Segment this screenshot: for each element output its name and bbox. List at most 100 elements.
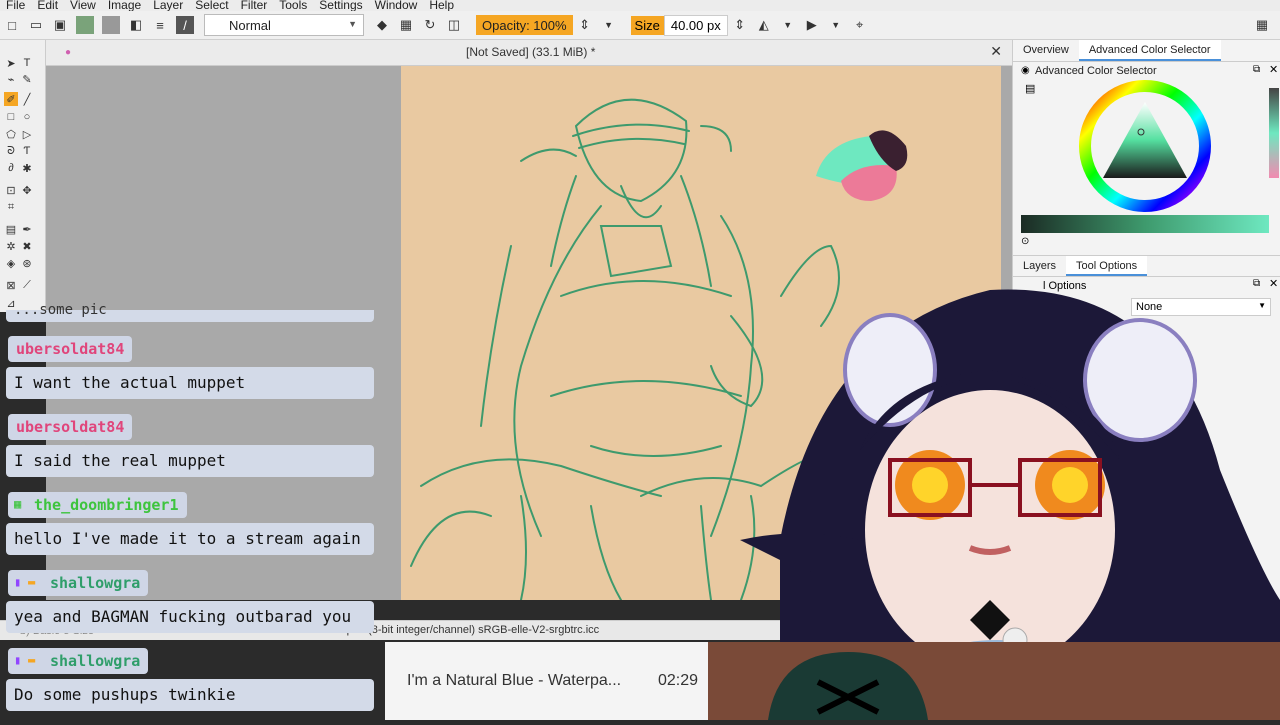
eraser-icon[interactable]: ◆ bbox=[374, 17, 390, 33]
transform-tool-icon[interactable]: ⊡ bbox=[4, 183, 18, 197]
opacity-slider[interactable]: Opacity: 100% bbox=[476, 15, 573, 35]
color-picker-icon[interactable]: ✒ bbox=[20, 222, 34, 236]
open-folder-icon[interactable]: ▭ bbox=[28, 17, 44, 33]
multibrush-icon[interactable]: ✱ bbox=[20, 161, 34, 175]
prime-badge-icon: ▬ bbox=[28, 575, 36, 589]
blend-mode-select[interactable]: Normal ▼ bbox=[204, 14, 364, 36]
menu-filter[interactable]: Filter bbox=[235, 0, 274, 11]
reset-icon[interactable]: ⊙ bbox=[1021, 236, 1029, 247]
color-history-strip[interactable] bbox=[1269, 88, 1279, 178]
menu-view[interactable]: View bbox=[64, 0, 102, 11]
polygon-tool-icon[interactable]: ⬠ bbox=[4, 127, 18, 141]
document-icon: ● bbox=[64, 46, 72, 58]
prime-badge-icon: ▬ bbox=[28, 653, 36, 667]
chat-username: ▮ ▬ shallowgra bbox=[8, 570, 149, 596]
now-playing-widget: I'm a Natural Blue - Waterpa... 02:29 bbox=[385, 642, 708, 720]
move-tool-icon[interactable]: ✥ bbox=[20, 183, 34, 197]
smart-patch-icon[interactable]: ✖ bbox=[20, 239, 34, 253]
chevron-down-icon[interactable]: ▼ bbox=[828, 17, 844, 33]
line-tool-icon[interactable]: ╱ bbox=[20, 92, 34, 106]
twitch-badge-icon: ▮ bbox=[14, 653, 22, 667]
pattern-icon[interactable] bbox=[102, 16, 120, 34]
reload-icon[interactable]: ↻ bbox=[422, 17, 438, 33]
assistant-tool-icon[interactable]: ⊠ bbox=[4, 278, 18, 292]
bezier-tool-icon[interactable]: ᘐ bbox=[4, 144, 18, 158]
gradient-icon[interactable] bbox=[76, 16, 94, 34]
brush-preset-icon[interactable]: / bbox=[176, 16, 194, 34]
now-playing-time: 02:29 bbox=[657, 672, 698, 689]
size-value: 40.00 px bbox=[663, 14, 728, 36]
color-swap-icon[interactable]: ◧ bbox=[128, 17, 144, 33]
menu-window[interactable]: Window bbox=[369, 0, 424, 11]
value-slider[interactable] bbox=[1021, 215, 1269, 233]
preserve-icon[interactable]: ◫ bbox=[446, 17, 462, 33]
menu-settings[interactable]: Settings bbox=[313, 0, 368, 11]
alpha-lock-icon[interactable]: ▦ bbox=[398, 17, 414, 33]
chat-message: hello I've made it to a stream again bbox=[6, 523, 374, 555]
new-document-icon[interactable]: □ bbox=[4, 17, 20, 33]
menu-edit[interactable]: Edit bbox=[31, 0, 64, 11]
mirror-horizontal-icon[interactable]: ◭ bbox=[756, 17, 772, 33]
select-shapes-icon[interactable]: ➤ bbox=[4, 56, 18, 70]
chat-username-text: shallowgra bbox=[50, 652, 141, 670]
ellipse-tool-icon[interactable]: ○ bbox=[20, 110, 34, 124]
rectangle-tool-icon[interactable]: □ bbox=[4, 110, 18, 124]
chevron-down-icon[interactable]: ▼ bbox=[601, 17, 617, 33]
menu-image[interactable]: Image bbox=[102, 0, 147, 11]
polyline-tool-icon[interactable]: ▷ bbox=[20, 127, 34, 141]
dynamic-brush-icon[interactable]: ∂ bbox=[4, 161, 18, 175]
fill-tool-icon[interactable]: ◈ bbox=[4, 256, 18, 270]
subscriber-badge-icon: ▦ bbox=[14, 497, 22, 511]
text-tool-icon[interactable]: T bbox=[20, 56, 34, 70]
enclose-fill-icon[interactable]: ⊛ bbox=[20, 256, 34, 270]
menu-select[interactable]: Select bbox=[189, 0, 234, 11]
panel-title: Advanced Color Selector bbox=[1035, 65, 1157, 77]
blend-mode-value: Normal bbox=[229, 17, 271, 33]
panel-lock-icon[interactable]: ◉ bbox=[1021, 65, 1030, 76]
mirror-vertical-icon[interactable]: ▶ bbox=[804, 17, 820, 33]
tab-overview[interactable]: Overview bbox=[1013, 40, 1079, 61]
chevron-down-icon[interactable]: ▼ bbox=[780, 17, 796, 33]
dock-tabs-top: Overview Advanced Color Selector bbox=[1013, 40, 1280, 62]
chat-message: I want the actual muppet bbox=[6, 367, 374, 399]
chat-username-text: the_doombringer1 bbox=[34, 496, 179, 514]
chat-username: ubersoldat84 bbox=[8, 336, 133, 362]
freehand-brush-icon[interactable]: ✐ bbox=[4, 92, 18, 106]
document-tab[interactable]: ● [Not Saved] (33.1 MiB) * ✕ bbox=[46, 40, 1012, 66]
menu-help[interactable]: Help bbox=[423, 0, 460, 11]
chat-username: ubersoldat84 bbox=[8, 414, 133, 440]
menu-bar: File Edit View Image Layer Select Filter… bbox=[0, 0, 1280, 11]
menu-layer[interactable]: Layer bbox=[147, 0, 189, 11]
save-icon[interactable]: ▣ bbox=[52, 17, 68, 33]
chat-clipped-text: ...some pic bbox=[14, 302, 107, 318]
opacity-value: Opacity: 100% bbox=[482, 17, 567, 33]
brush-settings-icon[interactable]: ≡ bbox=[152, 17, 168, 33]
stream-chat: ...some pic ubersoldat84 I want the actu… bbox=[0, 302, 385, 720]
toolbox: ➤ T ⌁ ✎ ✐ ╱ □ ○ ⬠ ▷ ᘐ Ƭ ∂ ✱ ⊡ ✥ ⌗ ▤ ✒ ✲ … bbox=[0, 40, 46, 312]
close-icon[interactable]: ✕ bbox=[1269, 63, 1278, 76]
float-panel-icon[interactable]: ⧉ bbox=[1253, 64, 1260, 75]
settings-icon[interactable]: ▤ bbox=[1025, 82, 1035, 95]
color-wheel[interactable] bbox=[1077, 78, 1213, 214]
close-icon[interactable]: ✕ bbox=[990, 43, 1002, 60]
calligraphy-icon[interactable]: ✎ bbox=[20, 72, 34, 86]
wrap-around-icon[interactable]: ⌖ bbox=[852, 17, 868, 33]
gradient-tool-icon[interactable]: ▤ bbox=[4, 222, 18, 236]
tab-advanced-color-selector[interactable]: Advanced Color Selector bbox=[1078, 40, 1221, 61]
opacity-spin-icon[interactable]: ⇕ bbox=[577, 17, 593, 33]
crop-tool-icon[interactable]: ⌗ bbox=[4, 200, 18, 214]
size-slider[interactable]: Size 40.00 px bbox=[630, 14, 728, 36]
chat-message: yea and BAGMAN fucking outbarad you bbox=[6, 601, 374, 633]
toolbar: □ ▭ ▣ ◧ ≡ / Normal ▼ ◆ ▦ ↻ ◫ Opacity: 10… bbox=[0, 11, 1280, 40]
size-spin-icon[interactable]: ⇕ bbox=[732, 17, 748, 33]
chat-username: ▮ ▬ shallowgra bbox=[8, 648, 149, 674]
freehand-path-icon[interactable]: Ƭ bbox=[20, 144, 34, 158]
perspective-grid-icon[interactable]: ⟋ bbox=[20, 278, 34, 292]
colorize-mask-icon[interactable]: ✲ bbox=[4, 239, 18, 253]
workspace-icon[interactable]: ▦ bbox=[1254, 17, 1270, 33]
menu-tools[interactable]: Tools bbox=[273, 0, 313, 11]
edit-shapes-icon[interactable]: ⌁ bbox=[4, 72, 18, 86]
menu-file[interactable]: File bbox=[0, 0, 31, 11]
document-title: [Not Saved] (33.1 MiB) * bbox=[466, 45, 596, 59]
stream-background-art bbox=[708, 642, 1280, 720]
